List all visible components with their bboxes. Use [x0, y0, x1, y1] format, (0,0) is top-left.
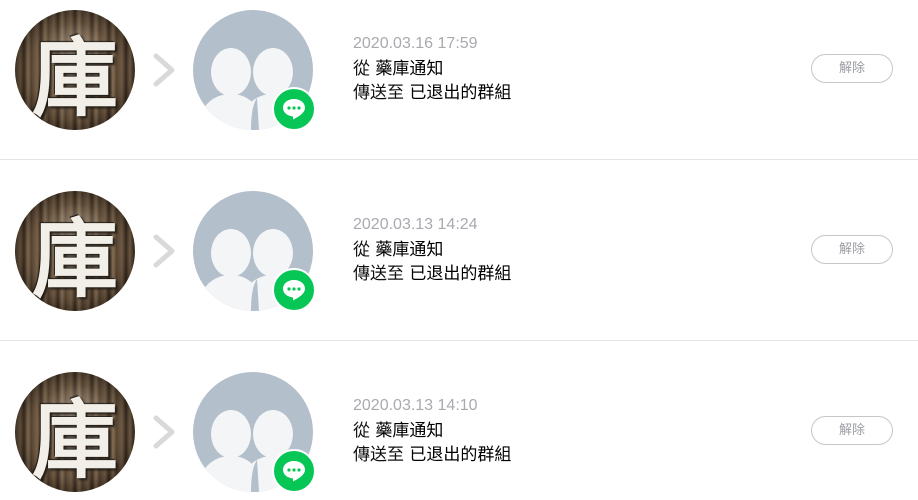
line-chat-badge-icon [272, 268, 316, 312]
sender-name: 藥庫通知 [375, 240, 444, 260]
divider [0, 159, 918, 160]
list-item: 庫 [0, 362, 918, 500]
sender-prefix: 從 [353, 240, 370, 260]
avatar-glyph: 庫 [32, 389, 118, 491]
timestamp: 2020.03.16 17:59 [353, 35, 478, 52]
record-info: 2020.03.13 14:24 從 藥庫通知 傳送至 已退出的群組 [353, 215, 773, 286]
notification-link-list: 庫 2020.03.16 17:59 從 藥庫通知 傳送至 已退出的群組 解除 … [0, 0, 918, 500]
destination-name: 已退出的群組 [409, 264, 512, 284]
chevron-right-icon [153, 53, 175, 87]
destination-line: 傳送至 已退出的群組 [353, 262, 773, 286]
destination-prefix: 傳送至 [353, 83, 404, 103]
timestamp: 2020.03.13 14:10 [353, 397, 478, 414]
sender-line: 從 藥庫通知 [353, 238, 773, 262]
sender-prefix: 從 [353, 421, 370, 441]
avatar-glyph: 庫 [32, 208, 118, 310]
destination-line: 傳送至 已退出的群組 [353, 443, 773, 467]
unlink-button[interactable]: 解除 [811, 235, 893, 264]
chevron-right-icon [153, 415, 175, 449]
service-avatar: 庫 [15, 10, 135, 130]
record-info: 2020.03.16 17:59 從 藥庫通知 傳送至 已退出的群組 [353, 34, 773, 105]
divider [0, 340, 918, 341]
record-info: 2020.03.13 14:10 從 藥庫通知 傳送至 已退出的群組 [353, 396, 773, 467]
service-avatar: 庫 [15, 372, 135, 492]
unlink-button[interactable]: 解除 [811, 416, 893, 445]
sender-name: 藥庫通知 [375, 421, 444, 441]
chevron-right-icon [153, 234, 175, 268]
sender-prefix: 從 [353, 59, 370, 79]
line-chat-badge-icon [272, 449, 316, 493]
destination-name: 已退出的群組 [409, 445, 512, 465]
sender-line: 從 藥庫通知 [353, 57, 773, 81]
avatar-glyph: 庫 [32, 27, 118, 129]
destination-prefix: 傳送至 [353, 264, 404, 284]
sender-line: 從 藥庫通知 [353, 419, 773, 443]
line-chat-badge-icon [272, 87, 316, 131]
timestamp: 2020.03.13 14:24 [353, 216, 478, 233]
destination-prefix: 傳送至 [353, 445, 404, 465]
destination-name: 已退出的群組 [409, 83, 512, 103]
service-avatar: 庫 [15, 191, 135, 311]
sender-name: 藥庫通知 [375, 59, 444, 79]
unlink-button[interactable]: 解除 [811, 54, 893, 83]
list-item: 庫 [0, 181, 918, 341]
destination-line: 傳送至 已退出的群組 [353, 81, 773, 105]
list-item: 庫 [0, 0, 918, 160]
